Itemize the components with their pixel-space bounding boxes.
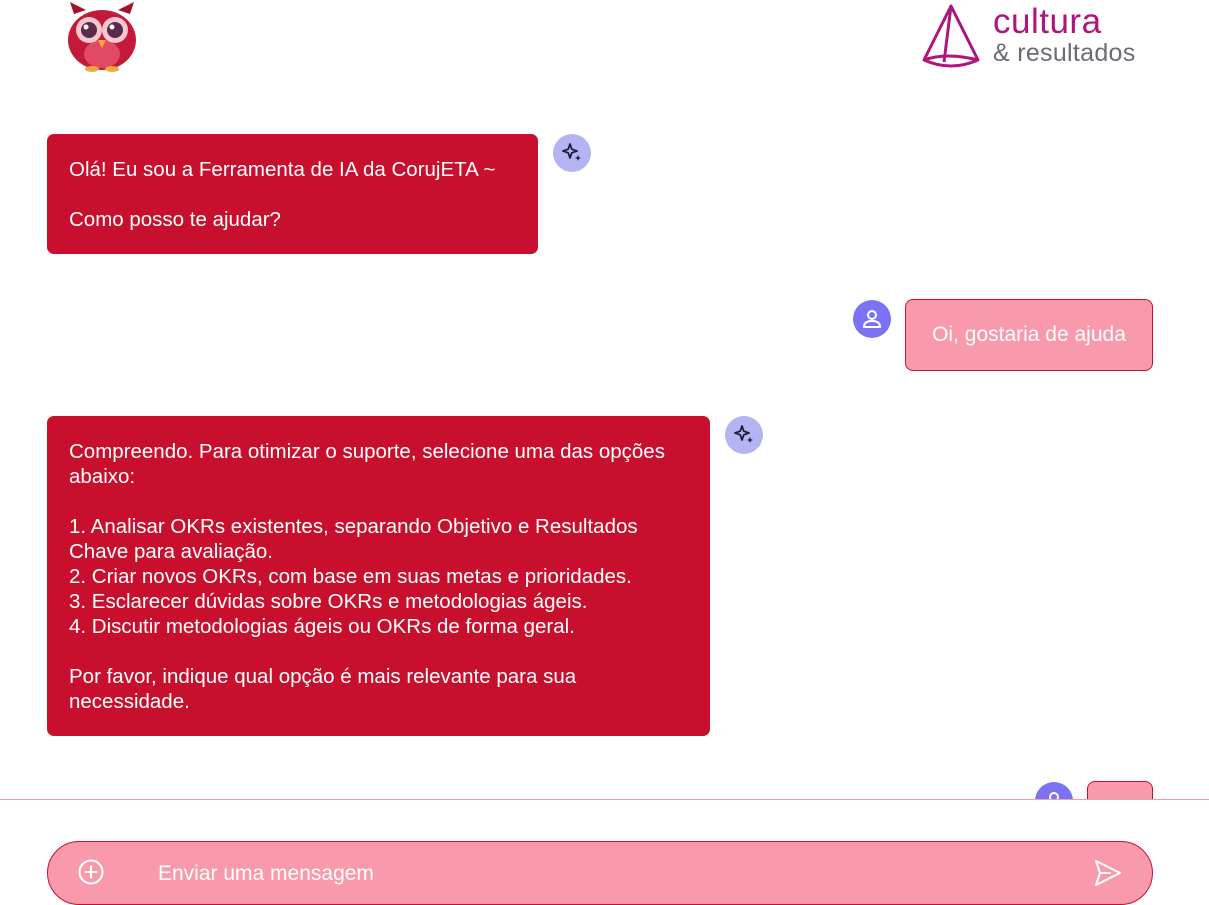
assistant-avatar xyxy=(553,134,591,172)
assistant-message: Compreendo. Para otimizar o suporte, sel… xyxy=(47,416,710,736)
message-composer xyxy=(47,841,1153,905)
assistant-avatar xyxy=(725,416,763,454)
message-input[interactable] xyxy=(156,856,1060,892)
user-avatar xyxy=(1035,782,1073,799)
assistant-message: Olá! Eu sou a Ferramenta de IA da CorujE… xyxy=(47,134,538,254)
user-message xyxy=(1087,781,1153,799)
send-icon[interactable] xyxy=(1092,857,1124,889)
user-message: Oi, gostaria de ajuda xyxy=(905,299,1153,371)
user-icon xyxy=(863,310,881,328)
user-avatar xyxy=(853,300,891,338)
sparkles-icon xyxy=(562,143,581,161)
plus-circle-icon[interactable] xyxy=(77,858,105,886)
sparkles-icon xyxy=(734,425,753,443)
user-icon xyxy=(1049,792,1059,799)
divider xyxy=(0,799,1209,800)
chat-history[interactable]: Olá! Eu sou a Ferramenta de IA da CorujE… xyxy=(0,0,1209,799)
